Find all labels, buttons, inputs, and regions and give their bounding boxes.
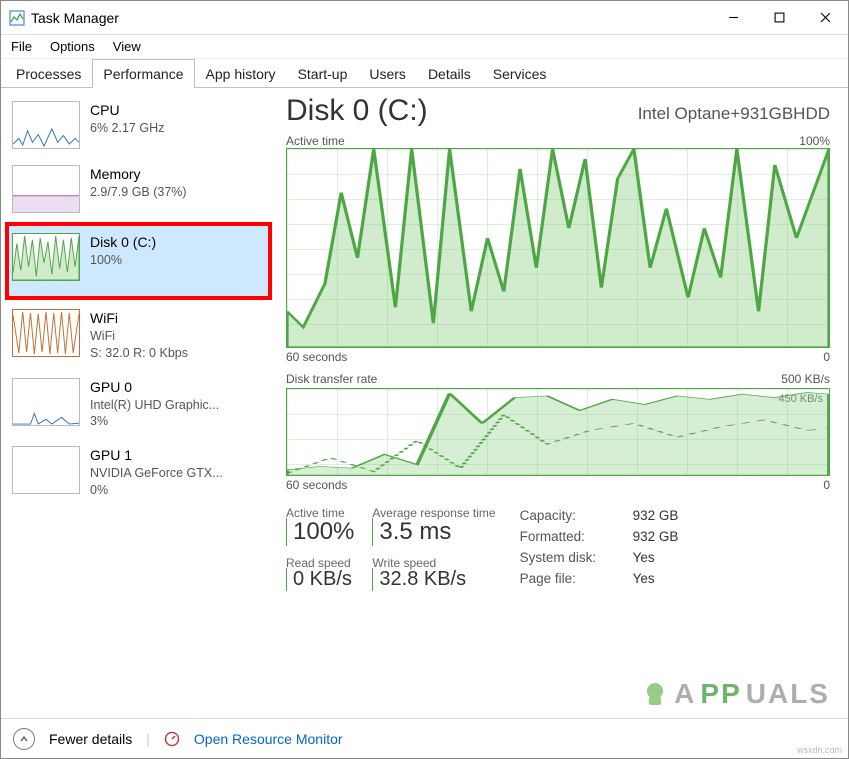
wifi-thumb [12, 309, 80, 357]
task-manager-window: Task Manager File Options View Processes… [0, 0, 849, 759]
resmon-icon [164, 731, 180, 747]
sidebar-item-disk0[interactable]: Disk 0 (C:) 100% [7, 224, 270, 298]
stat-value: 32.8 KB/s [379, 568, 466, 590]
sidebar-item-label: Memory [90, 165, 187, 184]
sidebar-item-sub2: 3% [90, 413, 219, 430]
close-button[interactable] [802, 1, 848, 34]
sidebar-item-sub: WiFi [90, 328, 188, 345]
gpu1-thumb [12, 446, 80, 494]
tab-app-history[interactable]: App history [195, 59, 287, 88]
sidebar-item-sub2: S: 32.0 R: 0 Kbps [90, 345, 188, 362]
sidebar-item-label: WiFi [90, 309, 188, 328]
taskmgr-icon [9, 10, 25, 26]
maximize-button[interactable] [756, 1, 802, 34]
window-title: Task Manager [31, 10, 119, 26]
device-name: Intel Optane+931GBHDD [638, 104, 830, 128]
sidebar-item-gpu1[interactable]: GPU 1 NVIDIA GeForce GTX... 0% [7, 441, 270, 504]
stat-value: 3.5 ms [379, 518, 451, 545]
tab-users[interactable]: Users [358, 59, 417, 88]
stats-row: Active time 100% Read speed 0 KB/s Avera… [286, 506, 830, 591]
minimize-button[interactable] [710, 1, 756, 34]
fewer-details-button[interactable]: Fewer details [49, 731, 132, 747]
sidebar-item-label: GPU 0 [90, 378, 219, 397]
sidebar-item-sub2: 0% [90, 482, 223, 499]
gpu0-thumb [12, 378, 80, 426]
stat-value: 0 KB/s [293, 568, 352, 590]
menu-file[interactable]: File [11, 39, 32, 54]
kv-key: Capacity: [520, 506, 615, 527]
tabbar: Processes Performance App history Start-… [1, 59, 848, 88]
titlebar: Task Manager [1, 1, 848, 35]
chevron-up-icon[interactable] [13, 728, 35, 750]
sidebar-item-sub: Intel(R) UHD Graphic... [90, 397, 219, 414]
kv-key: Page file: [520, 569, 615, 590]
kv-key: System disk: [520, 548, 615, 569]
sidebar-item-label: CPU [90, 101, 164, 120]
kv-key: Formatted: [520, 527, 615, 548]
page-title: Disk 0 (C:) [286, 94, 428, 128]
chart1-label-right: 100% [799, 134, 830, 148]
credit-text: wsxdn.com [797, 745, 842, 755]
chart2-footer-left: 60 seconds [286, 478, 347, 492]
chart1-footer-right: 0 [823, 350, 830, 364]
menu-view[interactable]: View [113, 39, 141, 54]
footer: Fewer details | Open Resource Monitor [1, 718, 848, 758]
perf-sidebar: CPU 6% 2.17 GHz Memory 2.9/7.9 GB (37%) [1, 88, 276, 718]
kv-val: Yes [633, 569, 655, 590]
main-pane: Disk 0 (C:) Intel Optane+931GBHDD Active… [276, 88, 848, 718]
tab-performance[interactable]: Performance [92, 59, 194, 88]
sidebar-item-sub: 6% 2.17 GHz [90, 120, 164, 137]
open-resmon-link[interactable]: Open Resource Monitor [194, 731, 343, 747]
sidebar-item-label: GPU 1 [90, 446, 223, 465]
cpu-thumb [12, 101, 80, 149]
kv-val: 932 GB [633, 527, 679, 548]
transfer-rate-chart: 450 KB/s [286, 388, 830, 476]
memory-thumb [12, 165, 80, 213]
menu-options[interactable]: Options [50, 39, 95, 54]
sidebar-item-label: Disk 0 (C:) [90, 233, 156, 252]
chart2-footer-right: 0 [823, 478, 830, 492]
watermark-logo: APPUALS [640, 678, 830, 710]
active-time-chart [286, 148, 830, 348]
tab-startup[interactable]: Start-up [287, 59, 359, 88]
stat-value: 100% [293, 518, 354, 545]
tab-details[interactable]: Details [417, 59, 482, 88]
sidebar-item-sub: 2.9/7.9 GB (37%) [90, 184, 187, 201]
disk-info-table: Capacity: 932 GB Formatted: 932 GB System … [520, 506, 679, 591]
sidebar-item-wifi[interactable]: WiFi WiFi S: 32.0 R: 0 Kbps [7, 304, 270, 367]
content-area: CPU 6% 2.17 GHz Memory 2.9/7.9 GB (37%) [1, 88, 848, 718]
tab-services[interactable]: Services [482, 59, 558, 88]
menubar: File Options View [1, 35, 848, 59]
sidebar-item-sub: 100% [90, 252, 156, 269]
tab-processes[interactable]: Processes [5, 59, 92, 88]
chart2-label-right: 500 KB/s [781, 372, 830, 386]
kv-val: Yes [633, 548, 655, 569]
chart2-label-left: Disk transfer rate [286, 372, 377, 386]
sidebar-item-gpu0[interactable]: GPU 0 Intel(R) UHD Graphic... 3% [7, 373, 270, 436]
sidebar-item-memory[interactable]: Memory 2.9/7.9 GB (37%) [7, 160, 270, 218]
chart1-footer-left: 60 seconds [286, 350, 347, 364]
sidebar-item-cpu[interactable]: CPU 6% 2.17 GHz [7, 96, 270, 154]
kv-val: 932 GB [633, 506, 679, 527]
chart1-label-left: Active time [286, 134, 345, 148]
disk-thumb [12, 233, 80, 281]
sidebar-item-sub: NVIDIA GeForce GTX... [90, 465, 223, 482]
